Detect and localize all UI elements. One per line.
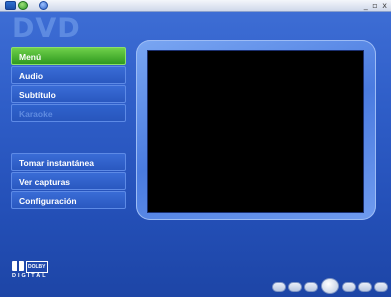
dolby-logo: DOLBY DIGITAL xyxy=(12,261,48,281)
window-controls: _ ▫ x xyxy=(362,0,387,12)
status-green-icon[interactable] xyxy=(18,1,28,10)
info-icon[interactable] xyxy=(39,1,48,10)
video-screen[interactable] xyxy=(147,50,364,213)
restore-button[interactable]: ▫ xyxy=(372,1,377,10)
play-icon[interactable] xyxy=(321,278,339,294)
pause-icon[interactable] xyxy=(342,282,356,292)
view-captures-button[interactable]: Ver capturas xyxy=(11,172,126,190)
menu-item-menu[interactable]: Menú xyxy=(11,47,126,65)
menu-item-karaoke: Karaoke xyxy=(11,104,126,122)
minimize-button[interactable]: _ xyxy=(364,1,368,10)
dolby-word: DOLBY xyxy=(26,261,48,273)
transport-controls xyxy=(272,278,388,294)
close-button[interactable]: x xyxy=(382,1,387,10)
dvd-logo: DVD xyxy=(12,13,81,44)
menu-item-subtitle[interactable]: Subtítulo xyxy=(11,85,126,103)
stop-icon[interactable] xyxy=(304,282,318,292)
dolby-digital-text: DIGITAL xyxy=(12,273,48,279)
rewind-icon[interactable] xyxy=(288,282,302,292)
take-snapshot-button[interactable]: Tomar instantánea xyxy=(11,153,126,171)
primary-menu: Menú Audio Subtítulo Karaoke xyxy=(11,47,126,123)
next-icon[interactable] xyxy=(374,282,388,292)
home-icon[interactable] xyxy=(5,1,16,10)
previous-icon[interactable] xyxy=(272,282,286,292)
fast-forward-icon[interactable] xyxy=(358,282,372,292)
title-bar: _ ▫ x xyxy=(0,0,391,12)
settings-button[interactable]: Configuración xyxy=(11,191,126,209)
menu-item-audio[interactable]: Audio xyxy=(11,66,126,84)
secondary-menu: Tomar instantánea Ver capturas Configura… xyxy=(11,153,126,210)
dolby-dd-icon xyxy=(12,261,24,271)
